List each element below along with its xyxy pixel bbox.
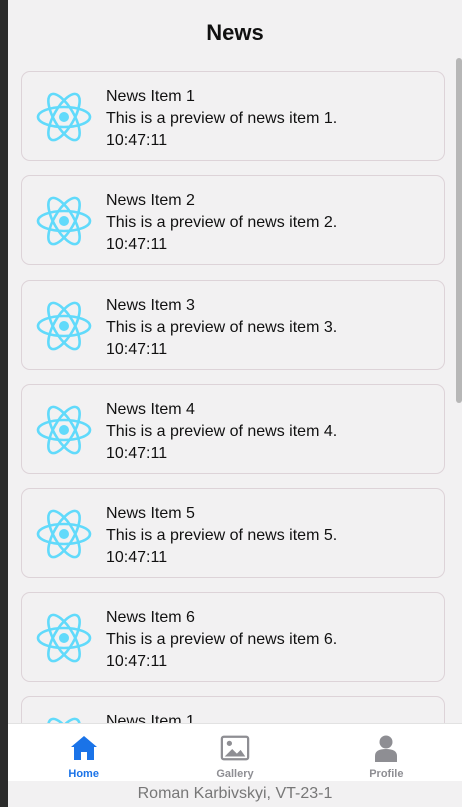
news-list[interactable]: News Item 1 This is a preview of news it… — [8, 66, 462, 723]
tab-label: Gallery — [216, 768, 254, 780]
tab-label: Home — [68, 768, 99, 780]
news-title: News Item 3 — [106, 297, 195, 314]
tab-profile[interactable]: Profile — [311, 724, 462, 782]
news-card[interactable]: News Item 1 — [21, 696, 445, 723]
news-text: News Item 6 This is a preview of news it… — [106, 607, 337, 673]
tab-label: Profile — [369, 768, 404, 780]
react-logo-icon — [36, 301, 92, 351]
header: News — [8, 0, 462, 66]
news-card[interactable]: News Item 4 This is a preview of news it… — [21, 384, 445, 474]
app-screen: News News Item 1 This is a preview of ne… — [8, 0, 462, 807]
page-title: News — [206, 20, 264, 45]
news-time: 10:47:11 — [106, 341, 168, 358]
react-logo-icon — [36, 92, 92, 142]
news-title: News Item 1 — [106, 713, 195, 723]
news-preview: This is a preview of news item 3. — [106, 319, 338, 336]
react-logo-icon — [36, 613, 92, 663]
news-title: News Item 1 — [106, 88, 195, 105]
news-title: News Item 4 — [106, 401, 195, 418]
news-text: News Item 3 This is a preview of news it… — [106, 295, 337, 361]
news-text: News Item 2 This is a preview of news it… — [106, 190, 337, 256]
news-card[interactable]: News Item 5 This is a preview of news it… — [21, 488, 445, 578]
news-preview: This is a preview of news item 1. — [106, 110, 338, 127]
scrollbar[interactable] — [456, 58, 462, 403]
news-title: News Item 2 — [106, 192, 195, 209]
tab-home[interactable]: Home — [8, 724, 159, 782]
home-icon — [70, 736, 97, 760]
person-icon — [375, 735, 398, 762]
footer-credit: Roman Karbivskyi, VT-23-1 — [8, 781, 462, 807]
news-preview: This is a preview of news item 4. — [106, 423, 338, 440]
news-preview: This is a preview of news item 5. — [106, 527, 338, 544]
news-title: News Item 6 — [106, 609, 195, 626]
news-time: 10:47:11 — [106, 132, 168, 149]
news-card[interactable]: News Item 1 This is a preview of news it… — [21, 71, 445, 161]
news-time: 10:47:11 — [106, 236, 168, 253]
tab-gallery[interactable]: Gallery — [159, 724, 310, 782]
news-time: 10:47:11 — [106, 445, 168, 462]
news-card[interactable]: News Item 2 This is a preview of news it… — [21, 175, 445, 265]
news-text: News Item 4 This is a preview of news it… — [106, 399, 337, 465]
image-icon — [220, 735, 250, 761]
bottom-tab-bar: Home Gallery Profile — [8, 723, 462, 782]
news-title: News Item 5 — [106, 505, 195, 522]
news-preview: This is a preview of news item 2. — [106, 214, 338, 231]
news-card[interactable]: News Item 3 This is a preview of news it… — [21, 280, 445, 370]
react-logo-icon — [36, 509, 92, 559]
react-logo-icon — [47, 717, 81, 723]
react-logo-icon — [36, 196, 92, 246]
news-text: News Item 1 — [106, 711, 195, 723]
news-time: 10:47:11 — [106, 653, 168, 670]
news-text: News Item 5 This is a preview of news it… — [106, 503, 337, 569]
news-preview: This is a preview of news item 6. — [106, 631, 338, 648]
news-time: 10:47:11 — [106, 549, 168, 566]
react-logo-icon — [36, 405, 92, 455]
news-text: News Item 1 This is a preview of news it… — [106, 86, 337, 152]
news-card[interactable]: News Item 6 This is a preview of news it… — [21, 592, 445, 682]
